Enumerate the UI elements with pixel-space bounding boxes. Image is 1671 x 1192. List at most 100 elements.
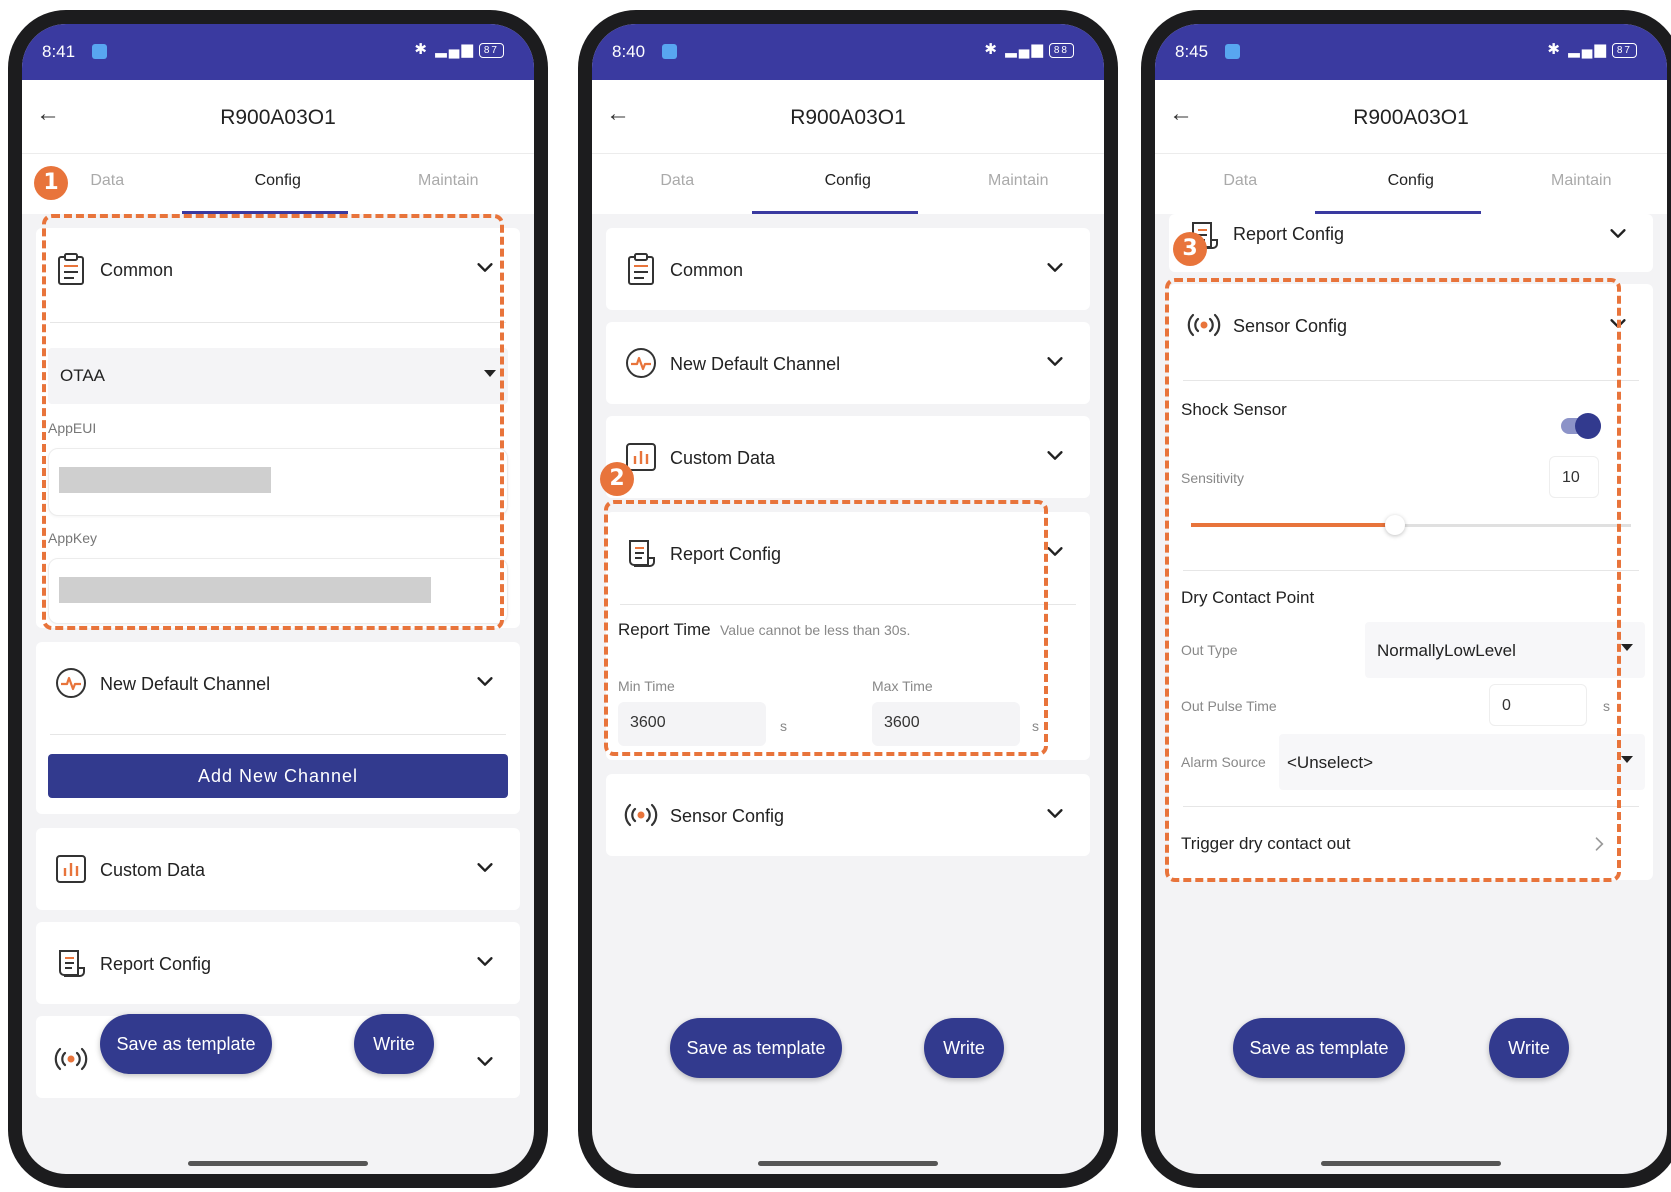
- chevron-down-icon: [1044, 256, 1066, 278]
- max-time-input[interactable]: 3600: [872, 702, 1020, 746]
- out-pulse-input[interactable]: 0: [1489, 684, 1587, 726]
- tab-config[interactable]: Config: [762, 172, 932, 190]
- bluetooth-icon: ✱: [414, 41, 429, 58]
- sensor-config-header[interactable]: Sensor Config: [624, 774, 1072, 856]
- signal-icon: ▂▄▆: [1005, 41, 1045, 58]
- sensor-config-header[interactable]: Sensor Config: [1187, 284, 1635, 368]
- custom-data-card: Custom Data: [606, 416, 1090, 498]
- tab-config[interactable]: Config: [192, 172, 362, 190]
- new-default-channel-header[interactable]: New Default Channel: [624, 322, 1072, 404]
- save-as-template-button[interactable]: Save as template: [1233, 1018, 1405, 1078]
- divider: [50, 322, 506, 323]
- dropdown-caret-icon: [1621, 756, 1633, 763]
- status-icons: ✱ ▂▄▆ 87: [1547, 40, 1637, 58]
- appkey-label: AppKey: [48, 530, 98, 546]
- sensitivity-slider-thumb[interactable]: [1385, 515, 1405, 535]
- save-as-template-button[interactable]: Save as template: [670, 1018, 842, 1078]
- chevron-down-icon: [474, 856, 496, 878]
- home-indicator[interactable]: [1321, 1161, 1501, 1166]
- battery-icon: 87: [478, 42, 504, 58]
- join-mode-select[interactable]: OTAA: [48, 348, 508, 404]
- chart-icon: [54, 852, 88, 886]
- common-header[interactable]: Common: [624, 228, 1072, 310]
- report-config-card: Report Config Report Time Value cannot b…: [606, 512, 1090, 760]
- status-bar: 8:41 ✱ ▂▄▆ 87: [22, 24, 534, 80]
- redacted-value: [59, 577, 431, 603]
- tab-maintain[interactable]: Maintain: [933, 172, 1103, 190]
- tab-config[interactable]: Config: [1325, 172, 1495, 190]
- write-button[interactable]: Write: [1489, 1018, 1569, 1078]
- page-title: R900A03O1: [220, 106, 336, 129]
- app-header: ← R900A03O1: [1155, 80, 1667, 154]
- sensor-config-card: Sensor Config: [606, 774, 1090, 856]
- status-time: 8:45: [1175, 42, 1209, 61]
- common-header[interactable]: Common: [54, 228, 502, 312]
- phone-screen-2: 8:40 ✱ ▂▄▆ 88 ← R900A03O1 Data Config Mai…: [592, 24, 1104, 1174]
- pulse-icon: [54, 666, 88, 700]
- write-button[interactable]: Write: [354, 1014, 434, 1074]
- step-badge-1: 1: [34, 166, 68, 200]
- status-time: 8:40: [612, 42, 646, 61]
- dropdown-caret-icon: [1621, 644, 1633, 651]
- app-header: ← R900A03O1: [592, 80, 1104, 154]
- battery-icon: 87: [1611, 42, 1637, 58]
- divider: [1183, 570, 1639, 571]
- phone-screen-3: 8:45 ✱ ▂▄▆ 87 ← R900A03O1 Data Config Mai…: [1155, 24, 1667, 1174]
- sensor-config-title: Sensor Config: [1233, 316, 1348, 336]
- chevron-down-icon: [1044, 802, 1066, 824]
- sensitivity-input[interactable]: 10: [1549, 456, 1599, 498]
- tab-data[interactable]: Data: [592, 172, 762, 190]
- phone-frame-2: 8:40 ✱ ▂▄▆ 88 ← R900A03O1 Data Config Mai…: [578, 10, 1118, 1188]
- tab-data[interactable]: Data: [1155, 172, 1325, 190]
- appeui-label: AppEUI: [48, 420, 97, 436]
- battery-icon: 88: [1048, 42, 1074, 58]
- home-indicator[interactable]: [188, 1161, 368, 1166]
- appeui-input[interactable]: [48, 448, 508, 516]
- alarm-source-value: <Unselect>: [1287, 753, 1373, 772]
- chevron-down-icon: [474, 256, 496, 278]
- custom-data-header[interactable]: Custom Data: [54, 828, 502, 910]
- report-time-hint: Value cannot be less than 30s.: [720, 622, 911, 638]
- step-badge-2: 2: [600, 462, 634, 496]
- min-time-input[interactable]: 3600: [618, 702, 766, 746]
- broadcast-icon: [1187, 308, 1221, 342]
- tab-maintain[interactable]: Maintain: [363, 172, 533, 190]
- report-config-header[interactable]: Report Config: [54, 922, 502, 1004]
- divider: [50, 734, 506, 735]
- custom-data-card: Custom Data: [36, 828, 520, 910]
- max-time-unit: s: [1032, 718, 1039, 734]
- phone-frame-3: 8:45 ✱ ▂▄▆ 87 ← R900A03O1 Data Config Mai…: [1141, 10, 1671, 1188]
- phone-frame-1: 8:41 ✱ ▂▄▆ 87 ← R900A03O1 Data Config Mai…: [8, 10, 548, 1188]
- report-config-title: Report Config: [1233, 224, 1345, 244]
- alarm-source-select[interactable]: <Unselect>: [1279, 734, 1645, 790]
- report-config-title: Report Config: [670, 544, 782, 564]
- write-button[interactable]: Write: [924, 1018, 1004, 1078]
- status-bar: 8:40 ✱ ▂▄▆ 88: [592, 24, 1104, 80]
- scroll-icon: [624, 536, 658, 570]
- add-new-channel-button[interactable]: Add New Channel: [48, 754, 508, 798]
- max-time-label: Max Time: [872, 678, 933, 694]
- new-default-channel-header[interactable]: New Default Channel: [54, 642, 502, 726]
- appkey-input[interactable]: [48, 558, 508, 624]
- common-card: Common OTAA AppEUI AppKey: [36, 228, 520, 628]
- tab-maintain[interactable]: Maintain: [1496, 172, 1666, 190]
- report-config-header[interactable]: Report Config: [624, 512, 1072, 596]
- shock-sensor-label: Shock Sensor: [1181, 400, 1287, 419]
- app-notification-icon: [92, 44, 107, 59]
- scroll-icon: [54, 946, 88, 980]
- min-time-label: Min Time: [618, 678, 675, 694]
- save-as-template-button[interactable]: Save as template: [100, 1014, 272, 1074]
- divider: [1183, 806, 1639, 807]
- custom-data-title: Custom Data: [670, 448, 776, 468]
- page-title: R900A03O1: [1353, 106, 1469, 129]
- home-indicator[interactable]: [758, 1161, 938, 1166]
- config-content: Common New Default Channel Custom Data R…: [592, 214, 1104, 1174]
- custom-data-header[interactable]: Custom Data: [624, 416, 1072, 498]
- common-title: Common: [670, 260, 744, 280]
- report-config-header[interactable]: Report Config: [1187, 214, 1635, 272]
- bluetooth-icon: ✱: [984, 41, 999, 58]
- toggle-knob: [1575, 413, 1601, 439]
- sensor-config-card: Sensor Config Shock Sensor Sensitivity 1…: [1169, 284, 1653, 880]
- phone-screen-1: 8:41 ✱ ▂▄▆ 87 ← R900A03O1 Data Config Mai…: [22, 24, 534, 1174]
- out-type-select[interactable]: NormallyLowLevel: [1365, 622, 1645, 678]
